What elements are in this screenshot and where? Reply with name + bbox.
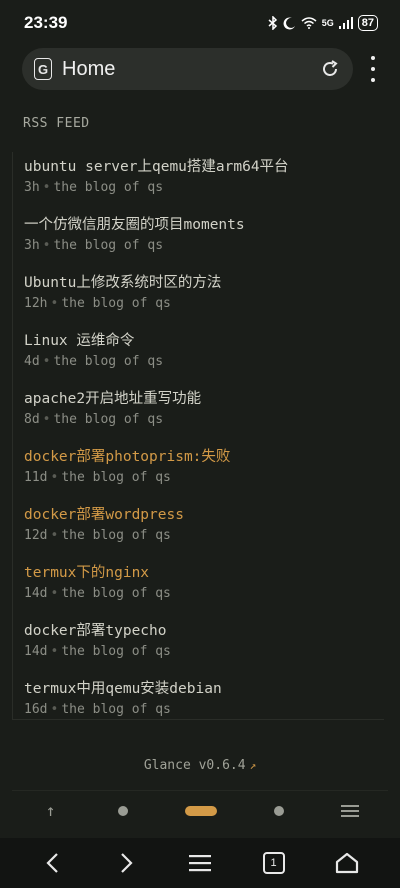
separator-dot: •	[42, 238, 51, 253]
feed-item-age: 12h	[24, 296, 48, 311]
feed-item[interactable]: ubuntu server上qemu搭建arm64平台 3h • the blog …	[24, 156, 379, 198]
feed-item[interactable]: apache2开启地址重写功能 8d • the blog of qs	[24, 388, 379, 430]
feed-item[interactable]: termux中用qemu安装debian 16d • the blog of qs	[24, 678, 379, 720]
feed-item-title[interactable]: 一个仿微信朋友圈的项目moments	[24, 214, 379, 236]
footer: Glance v0.6.4 ↗	[0, 758, 400, 773]
feed-item-title[interactable]: apache2开启地址重写功能	[24, 388, 379, 410]
scroll-to-top-icon[interactable]: ↑	[41, 801, 61, 820]
feed-item-age: 8d	[24, 412, 40, 427]
browser-bottom-nav: 1	[0, 838, 400, 888]
forward-icon[interactable]	[109, 846, 143, 880]
separator-dot: •	[42, 180, 51, 195]
page-dot-right[interactable]	[274, 805, 285, 816]
separator-dot: •	[50, 528, 59, 543]
feed-item-meta: 3h • the blog of qs	[24, 236, 379, 256]
feed-item-title[interactable]: docker部署photoprism:失败	[24, 446, 379, 468]
separator-dot: •	[42, 354, 51, 369]
feed-item-age: 11d	[24, 470, 48, 485]
feed-item-source: the blog of qs	[53, 238, 164, 253]
feed-item-source: the blog of qs	[61, 586, 171, 601]
separator-dot: •	[42, 412, 51, 427]
version-link[interactable]: Glance v0.6.4	[144, 758, 246, 773]
feed-item-age: 12d	[24, 528, 48, 543]
feed-item-age: 14d	[24, 644, 48, 659]
page-menu-icon[interactable]	[341, 804, 360, 817]
page-dot-left[interactable]	[117, 805, 128, 816]
feed-item-source: the blog of qs	[53, 354, 164, 369]
feed-item-meta: 12h • the blog of qs	[24, 294, 379, 314]
feed-item-source: the blog of qs	[61, 644, 171, 659]
feed-item-title[interactable]: docker部署wordpress	[24, 504, 379, 526]
feed-item-age: 16d	[24, 702, 48, 717]
separator-dot: •	[50, 644, 59, 659]
site-favicon-icon: G	[34, 58, 52, 80]
page-navigation: ↑	[12, 790, 388, 830]
moon-icon	[283, 16, 296, 30]
feed-item-source: the blog of qs	[61, 702, 171, 717]
separator-dot: •	[50, 470, 59, 485]
separator-dot: •	[50, 702, 59, 717]
tab-count-icon: 1	[262, 852, 285, 874]
tabs-button[interactable]: 1	[257, 846, 291, 880]
separator-dot: •	[50, 296, 59, 311]
feed-item-age: 14d	[24, 586, 48, 601]
external-link-icon: ↗	[249, 759, 257, 772]
feed-item[interactable]: docker部署typecho 14d • the blog of qs	[24, 620, 379, 662]
section-title: RSS FEED	[23, 116, 90, 131]
feed-item-age: 3h	[24, 180, 40, 195]
feed-item-title[interactable]: Linux 运维命令	[24, 330, 379, 352]
feed-item[interactable]: 一个仿微信朋友圈的项目moments 3h • the blog of qs	[24, 214, 379, 256]
signal-icon	[338, 17, 353, 29]
feed-item[interactable]: Linux 运维命令 4d • the blog of qs	[24, 330, 379, 372]
feed-item[interactable]: termux下的nginx 14d • the blog of qs	[24, 562, 379, 604]
network-type-label: 5G	[321, 18, 334, 28]
feed-item-age: 3h	[24, 238, 40, 253]
feed-item-meta: 4d • the blog of qs	[24, 352, 379, 372]
battery-indicator: 87	[357, 15, 378, 31]
feed-item-title[interactable]: docker部署typecho	[24, 620, 379, 642]
feed-item-title[interactable]: ubuntu server上qemu搭建arm64平台	[24, 156, 379, 178]
feed-item-source: the blog of qs	[61, 470, 171, 485]
bluetooth-icon	[268, 16, 278, 30]
feed-item-source: the blog of qs	[53, 180, 164, 195]
feed-item-source: the blog of qs	[61, 528, 171, 543]
feed-item-meta: 3h • the blog of qs	[24, 178, 379, 198]
feed-item-title[interactable]: termux下的nginx	[24, 562, 379, 584]
feed-item-title[interactable]: Ubuntu上修改系统时区的方法	[24, 272, 379, 294]
status-icons: 5G 87	[268, 15, 378, 31]
feed-item-source: the blog of qs	[53, 412, 164, 427]
menu-icon[interactable]	[183, 846, 217, 880]
feed-item-meta: 12d • the blog of qs	[24, 526, 379, 546]
browser-menu-icon[interactable]	[366, 56, 380, 82]
url-text[interactable]: Home	[62, 58, 319, 81]
feed-item-age: 4d	[24, 354, 40, 369]
wifi-icon	[301, 17, 317, 29]
feed-item-title[interactable]: termux中用qemu安装debian	[24, 678, 379, 700]
feed-item[interactable]: docker部署photoprism:失败 11d • the blog of qs	[24, 446, 379, 488]
home-icon[interactable]	[330, 846, 364, 880]
feed-item[interactable]: Ubuntu上修改系统时区的方法 12h • the blog of qs	[24, 272, 379, 314]
feed-item-meta: 16d • the blog of qs	[24, 700, 379, 720]
reload-icon[interactable]	[319, 58, 341, 80]
separator-dot: •	[50, 586, 59, 601]
back-icon[interactable]	[36, 846, 70, 880]
feed-item-meta: 11d • the blog of qs	[24, 468, 379, 488]
page-dot-active[interactable]	[184, 805, 217, 816]
status-bar: 23:39 5G 87	[0, 0, 400, 46]
feed-item-meta: 14d • the blog of qs	[24, 584, 379, 604]
feed-item[interactable]: docker部署wordpress 12d • the blog of qs	[24, 504, 379, 546]
feed-item-meta: 8d • the blog of qs	[24, 410, 379, 430]
status-time: 23:39	[24, 13, 68, 32]
rss-feed-list: ubuntu server上qemu搭建arm64平台 3h • the blog …	[12, 152, 384, 720]
feed-item-source: the blog of qs	[61, 296, 171, 311]
feed-item-meta: 14d • the blog of qs	[24, 642, 379, 662]
address-bar[interactable]: G Home	[22, 48, 353, 90]
